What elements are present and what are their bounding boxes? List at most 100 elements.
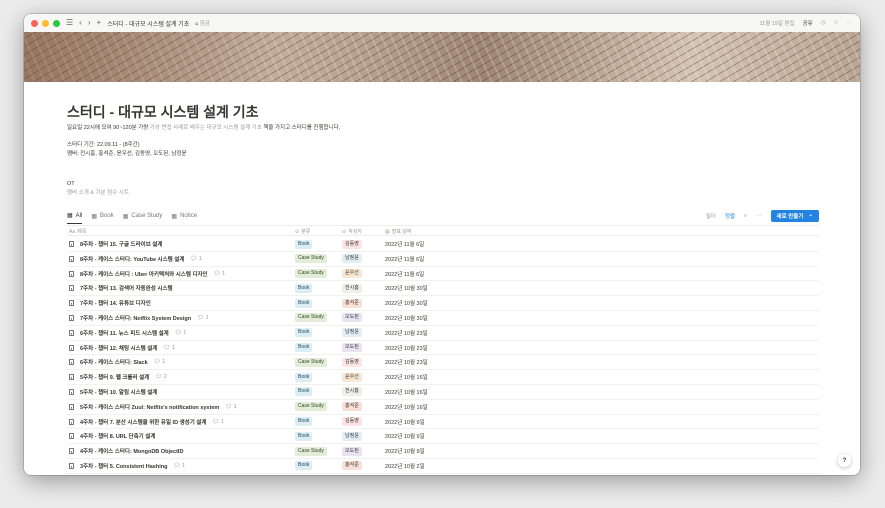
row-title[interactable]: 7주차 - 챕터 14. 유튜브 디자인	[80, 299, 151, 307]
sidebar-toggle-icon[interactable]: ☰	[66, 19, 73, 27]
author-cell[interactable]: 김동영	[342, 415, 362, 429]
table-row[interactable]: 6주차 - 챕터 12. 채팅 시스템 설계 💬︎ 1 Book 오도된 2022년 1…	[67, 341, 819, 356]
row-title-cell[interactable]: 8주차 - 케이스 스터디 : Uber 아키텍처와 시스템 디자인 💬︎ 1	[69, 267, 225, 281]
author-cell[interactable]: 홍석준	[342, 296, 362, 310]
row-title-cell[interactable]: 7주차 - 챕터 13. 검색어 자동완성 시스템	[69, 281, 173, 295]
category-cell[interactable]: Case Study	[295, 267, 327, 281]
more-button[interactable]: ···	[756, 213, 762, 219]
category-cell[interactable]: Book	[295, 415, 313, 429]
row-title-cell[interactable]: 6주차 - 챕터 12. 채팅 시스템 설계 💬︎ 1	[69, 341, 175, 355]
date-cell[interactable]: 2022년 10월 9일	[385, 429, 425, 443]
author-cell[interactable]: 남정윤	[342, 429, 362, 443]
date-cell[interactable]: 2022년 10월 16일	[385, 385, 428, 399]
date-cell[interactable]: 2022년 11월 6일	[385, 252, 424, 266]
tab-book[interactable]: ▦ Book	[91, 208, 113, 224]
row-title-cell[interactable]: 5주차 - 챕터 9. 웹 크롤러 설계 💬︎ 2	[69, 370, 167, 384]
ot-link[interactable]: 멤버 소개 & 기분 점수 시트	[67, 189, 129, 198]
tab-all[interactable]: ▦ All	[67, 208, 83, 224]
lock-indicator[interactable]: 🔒︎ 잠금	[195, 19, 210, 28]
more-options-icon[interactable]: ···	[847, 20, 853, 26]
date-cell[interactable]: 2022년 10월 30일	[385, 296, 428, 310]
category-cell[interactable]: Book	[295, 341, 313, 355]
date-cell[interactable]: 2022년 10월 9일	[385, 444, 425, 458]
date-cell[interactable]: 2022년 10월 23일	[385, 355, 428, 369]
row-title[interactable]: 8주차 - 케이스 스터디: YouTube 시스템 설계	[80, 255, 184, 263]
table-row[interactable]: 7주차 - 챕터 14. 유튜브 디자인 Book 홍석준 2022년 10월 30일	[67, 296, 819, 311]
category-cell[interactable]: Book	[295, 429, 313, 443]
row-title[interactable]: 8주차 - 케이스 스터디 : Uber 아키텍처와 시스템 디자인	[80, 270, 208, 278]
row-title-cell[interactable]: 6주차 - 챕터 11. 뉴스 피드 시스템 설계 💬︎ 1	[69, 326, 186, 340]
row-title[interactable]: 5주차 - 챕터 9. 웹 크롤러 설계	[80, 373, 149, 381]
author-cell[interactable]: 오도된	[342, 311, 362, 325]
author-cell[interactable]: 김동영	[342, 237, 362, 251]
table-row[interactable]: 8주차 - 챕터 15. 구글 드라이브 설계 Book 김동영 2022년 11월 …	[67, 237, 819, 252]
category-cell[interactable]: Case Study	[295, 444, 327, 458]
table-row[interactable]: 5주차 - 케이스 스터디 Zuul: Netflix's notificati…	[67, 400, 819, 415]
minimize-window-button[interactable]	[42, 19, 49, 27]
date-cell[interactable]: 2022년 10월 30일	[385, 311, 428, 325]
maximize-window-button[interactable]	[53, 19, 60, 27]
category-cell[interactable]: Book	[295, 281, 313, 295]
row-title-cell[interactable]: 4주차 - 챕터 7. 분산 시스템을 위한 유일 ID 생성기 설계 💬︎ 1	[69, 415, 224, 429]
table-row[interactable]: 6주차 - 챕터 11. 뉴스 피드 시스템 설계 💬︎ 1 Book 남정윤 2022…	[67, 326, 819, 341]
share-button[interactable]: 공유	[803, 19, 813, 27]
table-row[interactable]: 4주차 - 챕터 7. 분산 시스템을 위한 유일 ID 생성기 설계 💬︎ 1 B…	[67, 415, 819, 430]
row-title[interactable]: 4주차 - 챕터 7. 분산 시스템을 위한 유일 ID 생성기 설계	[80, 418, 206, 426]
author-cell[interactable]: 남정윤	[342, 326, 362, 340]
date-cell[interactable]: 2022년 10월 16일	[385, 400, 428, 414]
category-cell[interactable]: Case Study	[295, 252, 327, 266]
date-cell[interactable]: 2022년 10월 23일	[385, 326, 428, 340]
row-title[interactable]: 8주차 - 챕터 15. 구글 드라이브 설계	[80, 240, 162, 248]
help-button[interactable]: ?	[838, 454, 851, 467]
category-cell[interactable]: Book	[295, 385, 313, 399]
sort-button[interactable]: 정렬	[725, 212, 735, 220]
table-row[interactable]: 5주차 - 챕터 9. 웹 크롤러 설계 💬︎ 2 Book 윤우선 2022년 10월…	[67, 370, 819, 385]
chevron-down-icon[interactable]: ⌄	[808, 212, 813, 220]
column-header-author[interactable]: ⊙ 작성자	[342, 226, 362, 237]
row-title[interactable]: 6주차 - 케이스 스터디: Slack	[80, 358, 148, 366]
author-cell[interactable]: 윤우선	[342, 267, 362, 281]
category-cell[interactable]: Book	[295, 296, 313, 310]
row-title[interactable]: 4주차 - 케이스 스터디: MongoDB ObjectID	[80, 447, 183, 455]
author-cell[interactable]: 오도된	[342, 341, 362, 355]
author-cell[interactable]: 홍석준	[342, 400, 362, 414]
row-title-cell[interactable]: 5주차 - 케이스 스터디 Zuul: Netflix's notificati…	[69, 400, 237, 414]
author-cell[interactable]: 전시흠	[342, 385, 362, 399]
row-title-cell[interactable]: 6주차 - 케이스 스터디: Slack 💬︎ 1	[69, 355, 165, 369]
category-cell[interactable]: Case Study	[295, 311, 327, 325]
table-row[interactable]: 5주차 - 챕터 10. 알림 시스템 설계 Book 전시흠 2022년 10월 1…	[67, 385, 819, 400]
row-title-cell[interactable]: 3주차 - 챕터 5. Consistent Hashing 💬︎ 1	[69, 459, 185, 473]
row-title-cell[interactable]: 4주차 - 챕터 8. URL 단축기 설계	[69, 429, 155, 443]
table-row[interactable]: 3주차 - 챕터 5. Consistent Hashing 💬︎ 1 Book 홍석…	[67, 459, 819, 474]
date-cell[interactable]: 2022년 11월 6일	[385, 267, 424, 281]
breadcrumb[interactable]: 스터디 - 대규모 시스템 설계 기초	[107, 19, 189, 28]
favorite-star-icon[interactable]: ☆	[834, 20, 839, 26]
table-row[interactable]: 7주차 - 챕터 13. 검색어 자동완성 시스템 Book 전시흠 2022년 10…	[67, 281, 819, 297]
date-cell[interactable]: 2022년 10월 16일	[385, 370, 428, 384]
row-title-cell[interactable]: 7주차 - 챕터 14. 유튜브 디자인	[69, 296, 151, 310]
table-row[interactable]: 4주차 - 챕터 8. URL 단축기 설계 Book 남정윤 2022년 10월 9…	[67, 429, 819, 445]
table-row[interactable]: 6주차 - 케이스 스터디: Slack 💬︎ 1 Case Study 김동영 202…	[67, 355, 819, 371]
table-row[interactable]: 8주차 - 케이스 스터디 : Uber 아키텍처와 시스템 디자인 💬︎ 1 Ca…	[67, 267, 819, 282]
row-title[interactable]: 7주차 - 챕터 13. 검색어 자동완성 시스템	[80, 284, 173, 292]
author-cell[interactable]: 윤우선	[342, 370, 362, 384]
new-button[interactable]: 새로 만들기 ⌄	[770, 210, 819, 222]
table-row[interactable]: 8주차 - 케이스 스터디: YouTube 시스템 설계 💬︎ 1 Case St…	[67, 252, 819, 267]
filter-button[interactable]: 필터	[706, 212, 716, 220]
category-cell[interactable]: Book	[295, 237, 313, 251]
column-header-name[interactable]: Aa 제목	[69, 226, 86, 237]
date-cell[interactable]: 2022년 10월 23일	[385, 341, 428, 355]
date-cell[interactable]: 2022년 10월 2일	[385, 459, 425, 473]
tab-case-study[interactable]: ▦ Case Study	[123, 208, 163, 224]
date-cell[interactable]: 2022년 11월 6일	[385, 237, 424, 251]
column-header-category[interactable]: ⊙ 분류	[295, 226, 310, 237]
row-title[interactable]: 5주차 - 챕터 10. 알림 시스템 설계	[80, 388, 157, 396]
row-title[interactable]: 6주차 - 챕터 11. 뉴스 피드 시스템 설계	[80, 329, 169, 337]
author-cell[interactable]: 오도된	[342, 444, 362, 458]
category-cell[interactable]: Case Study	[295, 400, 327, 414]
tab-notice[interactable]: ▦ Notice	[171, 208, 197, 224]
date-cell[interactable]: 2022년 10월 30일	[385, 281, 428, 295]
author-cell[interactable]: 남정윤	[342, 252, 362, 266]
category-cell[interactable]: Book	[295, 326, 313, 340]
category-cell[interactable]: Case Study	[295, 355, 327, 369]
